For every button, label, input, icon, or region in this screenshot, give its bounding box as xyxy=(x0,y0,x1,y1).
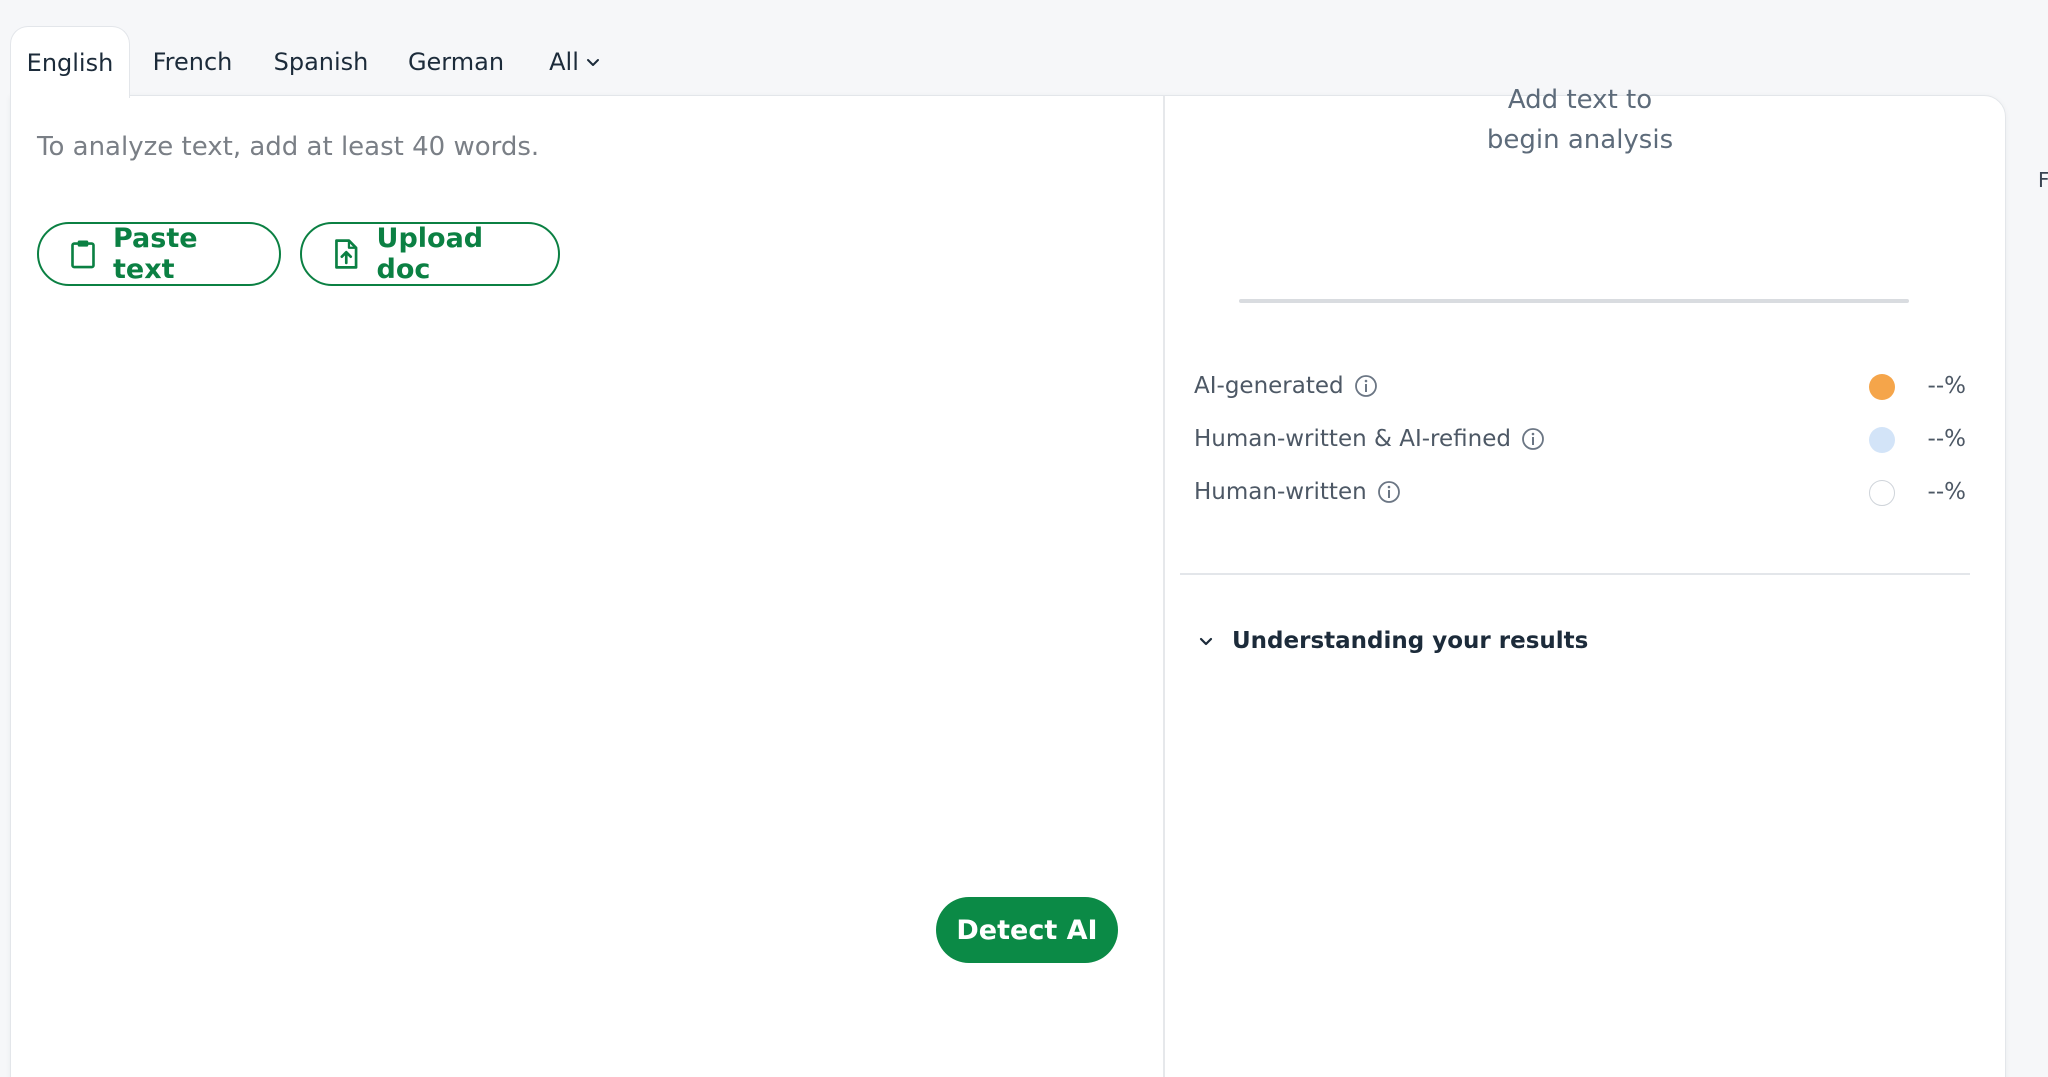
understanding-results-label: Understanding your results xyxy=(1232,628,1589,654)
clipped-edge-text: F xyxy=(2038,168,2048,192)
result-label: AI-generated xyxy=(1194,373,1344,399)
tab-spanish[interactable]: Spanish xyxy=(265,26,377,98)
analysis-message-line1: Add text to xyxy=(1507,85,1653,115)
paste-text-button[interactable]: Paste text xyxy=(37,222,281,286)
chevron-down-icon xyxy=(586,59,599,66)
tab-label: German xyxy=(407,48,505,76)
result-percentage: --% xyxy=(1927,426,1966,452)
result-row-human-written: Human-written --% xyxy=(1194,472,1966,512)
ai-refined-dot xyxy=(1869,427,1895,453)
result-label: Human-written xyxy=(1194,479,1367,505)
human-written-dot xyxy=(1869,480,1895,506)
tab-german[interactable]: German xyxy=(400,26,512,98)
analysis-message-line2: begin analysis xyxy=(1486,125,1674,155)
result-row-ai-refined: Human-written & AI-refined --% xyxy=(1194,419,1966,459)
text-input-placeholder[interactable]: To analyze text, add at least 40 words. xyxy=(37,132,539,162)
file-upload-icon xyxy=(335,239,358,269)
result-percentage: --% xyxy=(1927,479,1966,505)
result-row-ai-generated: AI-generated --% xyxy=(1194,366,1966,406)
panel-divider xyxy=(1163,96,1165,1077)
clipboard-icon xyxy=(71,240,95,269)
detect-ai-button[interactable]: Detect AI xyxy=(936,897,1118,963)
info-icon[interactable] xyxy=(1354,374,1378,398)
tab-label: English xyxy=(26,48,114,77)
tab-label: All xyxy=(549,48,579,76)
info-icon[interactable] xyxy=(1521,427,1545,451)
understanding-results-toggle[interactable]: Understanding your results xyxy=(1196,628,1588,654)
analysis-message: Add text to begin analysis xyxy=(1240,80,1920,160)
tab-all[interactable]: All xyxy=(540,26,610,98)
tab-label: Spanish xyxy=(273,48,369,76)
upload-doc-label: Upload doc xyxy=(376,223,484,285)
chevron-down-icon xyxy=(1199,637,1213,646)
tab-english[interactable]: English xyxy=(10,26,130,98)
ai-generated-dot xyxy=(1869,374,1895,400)
info-icon[interactable] xyxy=(1377,480,1401,504)
app-root: English French Spanish German All To ana… xyxy=(0,0,2048,1077)
analysis-progress-bar xyxy=(1239,299,1909,303)
paste-text-label: Paste text xyxy=(112,223,198,285)
result-label: Human-written & AI-refined xyxy=(1194,426,1511,452)
tab-french[interactable]: French xyxy=(140,26,245,98)
results-divider xyxy=(1180,573,1970,575)
result-percentage: --% xyxy=(1927,373,1966,399)
upload-doc-button[interactable]: Upload doc xyxy=(300,222,560,286)
tab-label: French xyxy=(152,48,233,76)
